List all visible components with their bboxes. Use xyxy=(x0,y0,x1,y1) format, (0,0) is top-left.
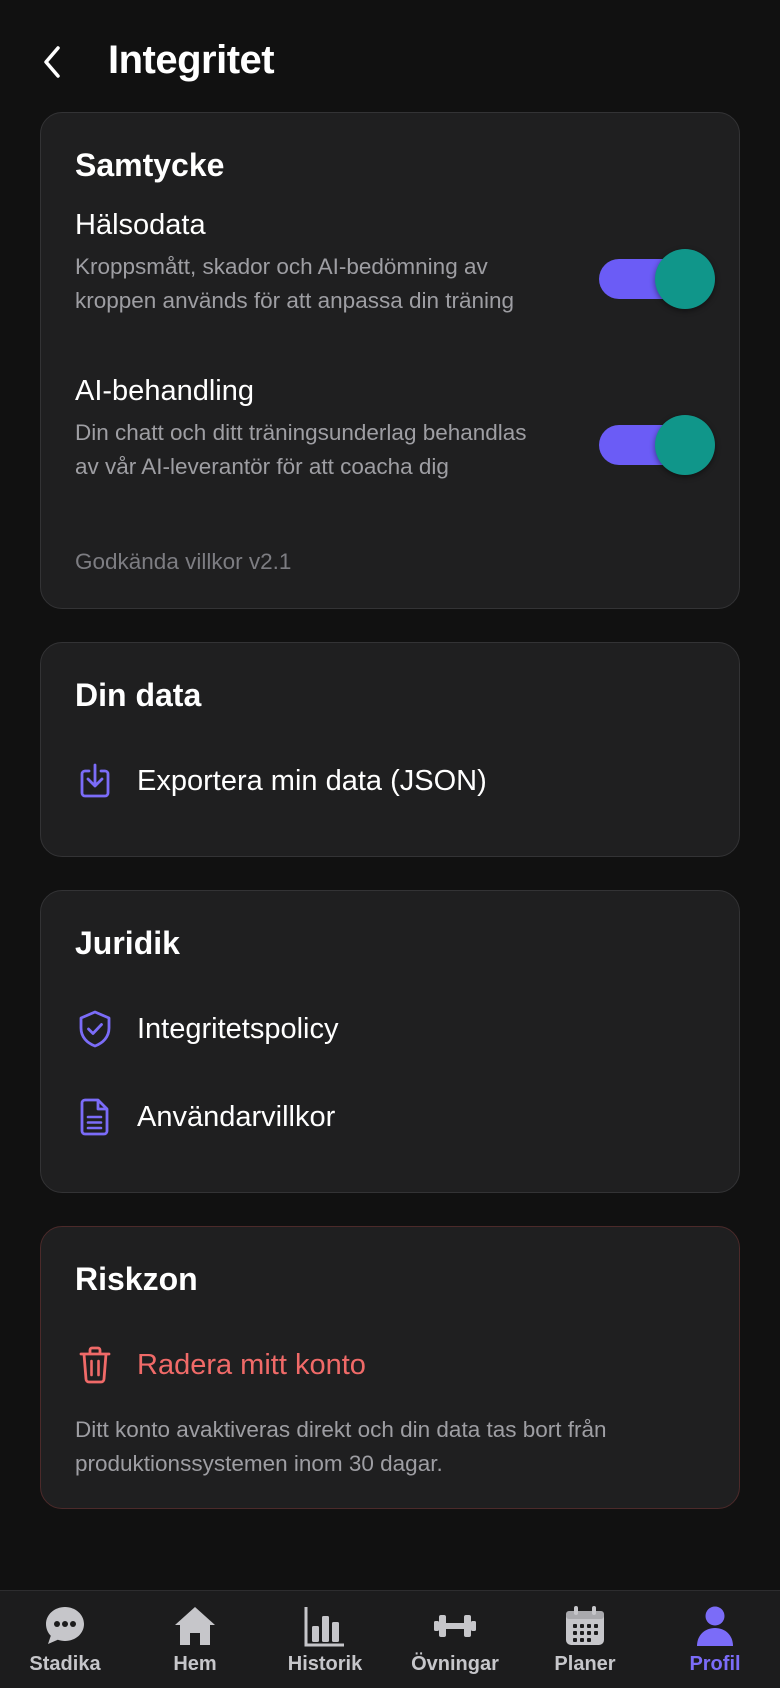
health-data-toggle[interactable] xyxy=(595,249,715,309)
health-data-description: Kroppsmått, skador och AI-bedömning av k… xyxy=(75,254,515,313)
nav-item-hem[interactable]: Hem xyxy=(135,1603,255,1685)
nav-label-stadika: Stadika xyxy=(29,1653,101,1675)
privacy-screen: Integritet Samtycke Hälsodata Kroppsmått… xyxy=(0,0,780,1688)
terms-version-note: Godkända villkor v2.1 xyxy=(75,549,292,574)
your-data-title: Din data xyxy=(75,677,202,713)
back-button[interactable] xyxy=(30,40,74,84)
bottom-navigation: Stadika Hem Historik Övningar Planer Pro… xyxy=(0,1590,780,1688)
page-title: Integritet xyxy=(108,38,275,82)
export-data-button[interactable]: Exportera min data (JSON) xyxy=(75,751,705,811)
shield-check-icon xyxy=(75,1009,115,1049)
nav-label-profil: Profil xyxy=(689,1653,741,1675)
nav-item-profil[interactable]: Profil xyxy=(655,1603,775,1685)
danger-zone-card: Riskzon Radera mitt konto Ditt konto ava… xyxy=(40,1226,740,1509)
ai-processing-description: Din chatt och ditt träningsunderlag beha… xyxy=(75,420,527,479)
nav-item-planer[interactable]: Planer xyxy=(525,1603,645,1685)
nav-item-ovningar[interactable]: Övningar xyxy=(395,1603,515,1685)
delete-account-button[interactable]: Radera mitt konto xyxy=(75,1335,705,1395)
consent-card: Samtycke Hälsodata Kroppsmått, skador oc… xyxy=(40,112,740,609)
home-icon xyxy=(172,1603,218,1649)
health-data-label: Hälsodata xyxy=(75,209,206,241)
legal-title: Juridik xyxy=(75,925,180,961)
toggle-knob xyxy=(655,249,715,309)
delete-account-description: Ditt konto avaktiveras direkt och din da… xyxy=(75,1417,607,1476)
header: Integritet xyxy=(0,22,780,102)
dumbbell-icon xyxy=(432,1603,478,1649)
bar-chart-icon xyxy=(302,1603,348,1649)
chat-bubble-icon xyxy=(42,1603,88,1649)
download-icon xyxy=(75,761,115,801)
ai-processing-row: AI-behandling Din chatt och ditt träning… xyxy=(75,375,715,484)
calendar-icon xyxy=(562,1603,608,1649)
nav-item-historik[interactable]: Historik xyxy=(265,1603,385,1685)
nav-label-historik: Historik xyxy=(287,1653,363,1675)
toggle-knob xyxy=(655,415,715,475)
legal-card: Juridik Integritetspolicy Användarvillko… xyxy=(40,890,740,1193)
ai-processing-toggle[interactable] xyxy=(595,415,715,475)
chevron-left-icon xyxy=(44,46,60,78)
nav-label-hem: Hem xyxy=(173,1653,217,1675)
terms-of-use-label: Användarvillkor xyxy=(137,1100,336,1133)
privacy-policy-label: Integritetspolicy xyxy=(137,1012,339,1045)
person-icon xyxy=(692,1603,738,1649)
document-icon xyxy=(75,1097,115,1137)
danger-zone-title: Riskzon xyxy=(75,1261,198,1297)
ai-processing-label: AI-behandling xyxy=(75,375,254,407)
nav-label-planer: Planer xyxy=(554,1653,616,1675)
privacy-policy-link[interactable]: Integritetspolicy xyxy=(75,999,705,1059)
export-data-label: Exportera min data (JSON) xyxy=(137,764,487,797)
your-data-card: Din data Exportera min data (JSON) xyxy=(40,642,740,857)
delete-account-label: Radera mitt konto xyxy=(137,1348,366,1381)
nav-item-stadika[interactable]: Stadika xyxy=(5,1603,125,1685)
terms-of-use-link[interactable]: Användarvillkor xyxy=(75,1087,705,1147)
trash-icon xyxy=(75,1345,115,1385)
nav-label-ovningar: Övningar xyxy=(411,1653,499,1675)
health-data-row: Hälsodata Kroppsmått, skador och AI-bedö… xyxy=(75,209,715,318)
consent-title: Samtycke xyxy=(75,147,225,183)
